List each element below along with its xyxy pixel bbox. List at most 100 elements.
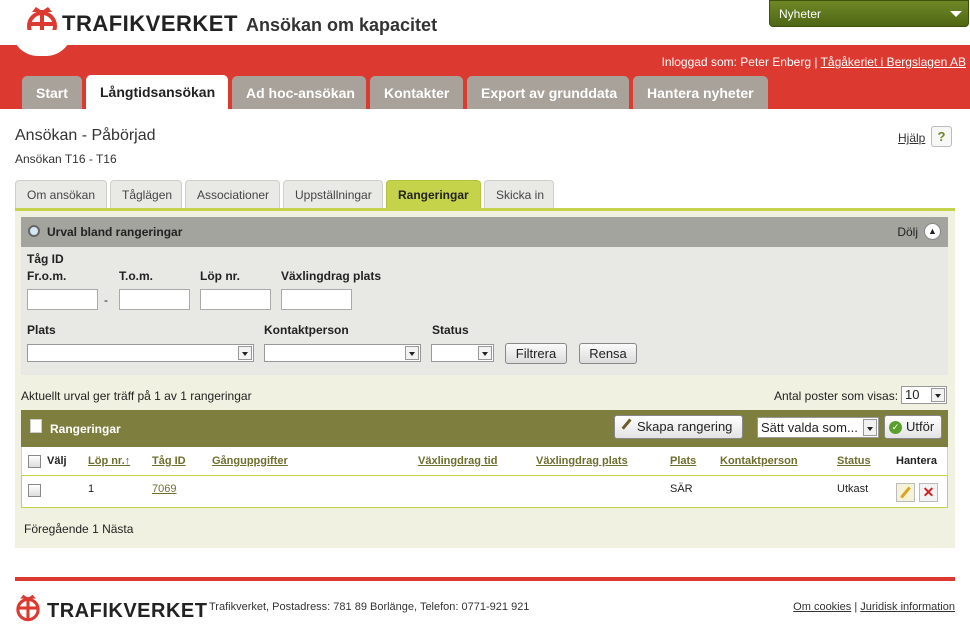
- filter-title: Urval bland rangeringar: [47, 225, 183, 239]
- chevron-down-icon: [238, 346, 252, 360]
- cell-lop-nr: 1: [88, 483, 95, 495]
- switch-place-input[interactable]: [281, 289, 352, 310]
- contact-select[interactable]: [264, 344, 421, 362]
- help-link[interactable]: Hjälp: [898, 131, 925, 145]
- grid-header: Rangeringar Skapa rangering Sätt valda s…: [21, 410, 948, 447]
- col-hantera: Hantera: [896, 455, 937, 467]
- tab-export-av-grunddata[interactable]: Export av grunddata: [467, 76, 629, 109]
- trafikverket-crown-icon: [16, 594, 40, 622]
- per-page-value: 10: [905, 387, 920, 402]
- tab-kontakter[interactable]: Kontakter: [370, 76, 463, 109]
- subtab-taglagen[interactable]: Tåglägen: [110, 180, 182, 209]
- contact-label: Kontaktperson: [264, 323, 349, 337]
- col-vaxlingdrag-plats[interactable]: Växlingdrag plats: [536, 455, 628, 467]
- col-vaxlingdrag-tid[interactable]: Växlingdrag tid: [418, 455, 497, 467]
- from-input[interactable]: [27, 289, 98, 310]
- subtab-associationer[interactable]: Associationer: [185, 180, 280, 209]
- per-page-select[interactable]: 10: [901, 386, 947, 404]
- pager-previous[interactable]: Föregående: [24, 522, 89, 536]
- news-dropdown[interactable]: Nyheter: [769, 0, 969, 27]
- clear-button[interactable]: Rensa: [579, 343, 637, 364]
- tab-start[interactable]: Start: [22, 76, 82, 109]
- train-id-label: Tåg ID: [27, 252, 64, 266]
- row-checkbox[interactable]: [28, 484, 41, 497]
- subtab-om-ansokan[interactable]: Om ansökan: [15, 180, 107, 209]
- range-dash: -: [104, 293, 108, 307]
- execute-button[interactable]: ✓ Utför: [884, 415, 942, 439]
- col-plats[interactable]: Plats: [670, 455, 696, 467]
- top-bar: TRAFIKVERKET Ansökan om kapacitet Nyhete…: [0, 0, 970, 45]
- chevron-down-icon: [478, 346, 492, 360]
- page-subtitle: Ansökan T16 - T16: [15, 152, 117, 166]
- logged-in-label: Inloggad som: Peter Enberg |: [661, 55, 818, 69]
- switch-place-label: Växlingdrag plats: [281, 269, 382, 283]
- from-label: Fr.o.m.: [27, 269, 67, 283]
- col-valj: Välj: [47, 455, 67, 467]
- pencil-icon: [621, 418, 639, 436]
- pager: Föregående 1 Nästa: [24, 522, 133, 536]
- hide-filter-link[interactable]: Dölj: [897, 225, 918, 239]
- status-select[interactable]: [431, 344, 494, 362]
- col-lop-nr[interactable]: Löp nr.↑: [88, 455, 130, 467]
- set-selected-select[interactable]: Sätt valda som...: [757, 417, 879, 438]
- cell-plats: SÄR: [670, 483, 693, 495]
- to-label: T.o.m.: [119, 269, 154, 283]
- main-content: Ansökan - Påbörjad Ansökan T16 - T16 Hjä…: [0, 109, 970, 569]
- col-ganguppgifter[interactable]: Gånguppgifter: [212, 455, 288, 467]
- pager-next[interactable]: Nästa: [102, 522, 133, 536]
- subtab-rangeringar[interactable]: Rangeringar: [386, 180, 481, 209]
- run-no-input[interactable]: [200, 289, 271, 310]
- to-input[interactable]: [119, 289, 190, 310]
- tab-ad-hoc-ansokan[interactable]: Ad hoc-ansökan: [232, 76, 366, 109]
- col-tag-id[interactable]: Tåg ID: [152, 455, 186, 467]
- cookies-link[interactable]: Om cookies: [793, 601, 851, 613]
- collapse-up-icon[interactable]: ▲: [924, 223, 941, 240]
- place-label: Plats: [27, 323, 56, 337]
- chevron-down-icon: [931, 388, 945, 402]
- create-rangering-label: Skapa rangering: [637, 419, 733, 434]
- check-icon: ✓: [889, 421, 902, 434]
- grid-title: Rangeringar: [50, 422, 121, 436]
- run-no-label: Löp nr.: [200, 269, 240, 283]
- delete-icon[interactable]: ✕: [919, 483, 938, 502]
- select-all-checkbox[interactable]: [28, 455, 41, 468]
- status-label: Status: [432, 323, 469, 337]
- chevron-down-icon: [863, 419, 877, 436]
- col-kontaktperson[interactable]: Kontaktperson: [720, 455, 798, 467]
- footer-brand: TRAFIKVERKET: [47, 600, 208, 622]
- subtab-uppstallningar[interactable]: Uppställningar: [283, 180, 383, 209]
- filter-header: Urval bland rangeringar Dölj ▲: [21, 217, 948, 247]
- edit-icon[interactable]: [896, 483, 915, 502]
- footer-links: Om cookies | Juridisk information: [793, 601, 955, 613]
- logged-in-info: Inloggad som: Peter Enberg | Tågåkeriet …: [662, 55, 966, 69]
- legal-link[interactable]: Juridisk information: [860, 601, 955, 613]
- set-selected-value: Sätt valda som...: [761, 420, 858, 435]
- tab-langtidsansokan[interactable]: Långtidsansökan: [86, 75, 228, 109]
- footer-address: Trafikverket, Postadress: 781 89 Borläng…: [209, 601, 530, 613]
- col-status[interactable]: Status: [837, 455, 871, 467]
- footer-divider: [15, 577, 955, 581]
- news-label: Nyheter: [779, 7, 822, 21]
- grid-column-header: Välj Löp nr.↑ Tåg ID Gånguppgifter Växli…: [21, 447, 948, 476]
- place-select[interactable]: [27, 344, 254, 362]
- search-icon: [28, 225, 40, 237]
- pager-page[interactable]: 1: [92, 522, 99, 536]
- create-rangering-button[interactable]: Skapa rangering: [614, 415, 743, 439]
- document-icon: [30, 419, 42, 433]
- per-page-label: Antal poster som visas:: [774, 389, 899, 403]
- navigation-band: Inloggad som: Peter Enberg | Tågåkeriet …: [0, 45, 970, 109]
- rangeringar-panel: Urval bland rangeringar Dölj ▲ Tåg ID Fr…: [15, 208, 955, 548]
- cell-tag-id-link[interactable]: 7069: [152, 483, 176, 495]
- help-icon[interactable]: ?: [931, 126, 952, 147]
- subtab-skicka-in[interactable]: Skicka in: [484, 180, 554, 209]
- chevron-down-icon: [405, 346, 419, 360]
- page-title: Ansökan - Påbörjad: [15, 127, 156, 144]
- footer-separator: |: [854, 601, 858, 613]
- brand-name: TRAFIKVERKET: [62, 11, 238, 36]
- execute-label: Utför: [906, 419, 935, 434]
- filter-button[interactable]: Filtrera: [505, 343, 567, 364]
- filter-body: Tåg ID Fr.o.m. T.o.m. Löp nr. Växlingdra…: [21, 247, 948, 375]
- tab-hantera-nyheter[interactable]: Hantera nyheter: [633, 76, 768, 109]
- organization-link[interactable]: Tågåkeriet i Bergslagen AB: [821, 55, 966, 69]
- table-row: 1 7069 SÄR Utkast ✕: [21, 476, 948, 508]
